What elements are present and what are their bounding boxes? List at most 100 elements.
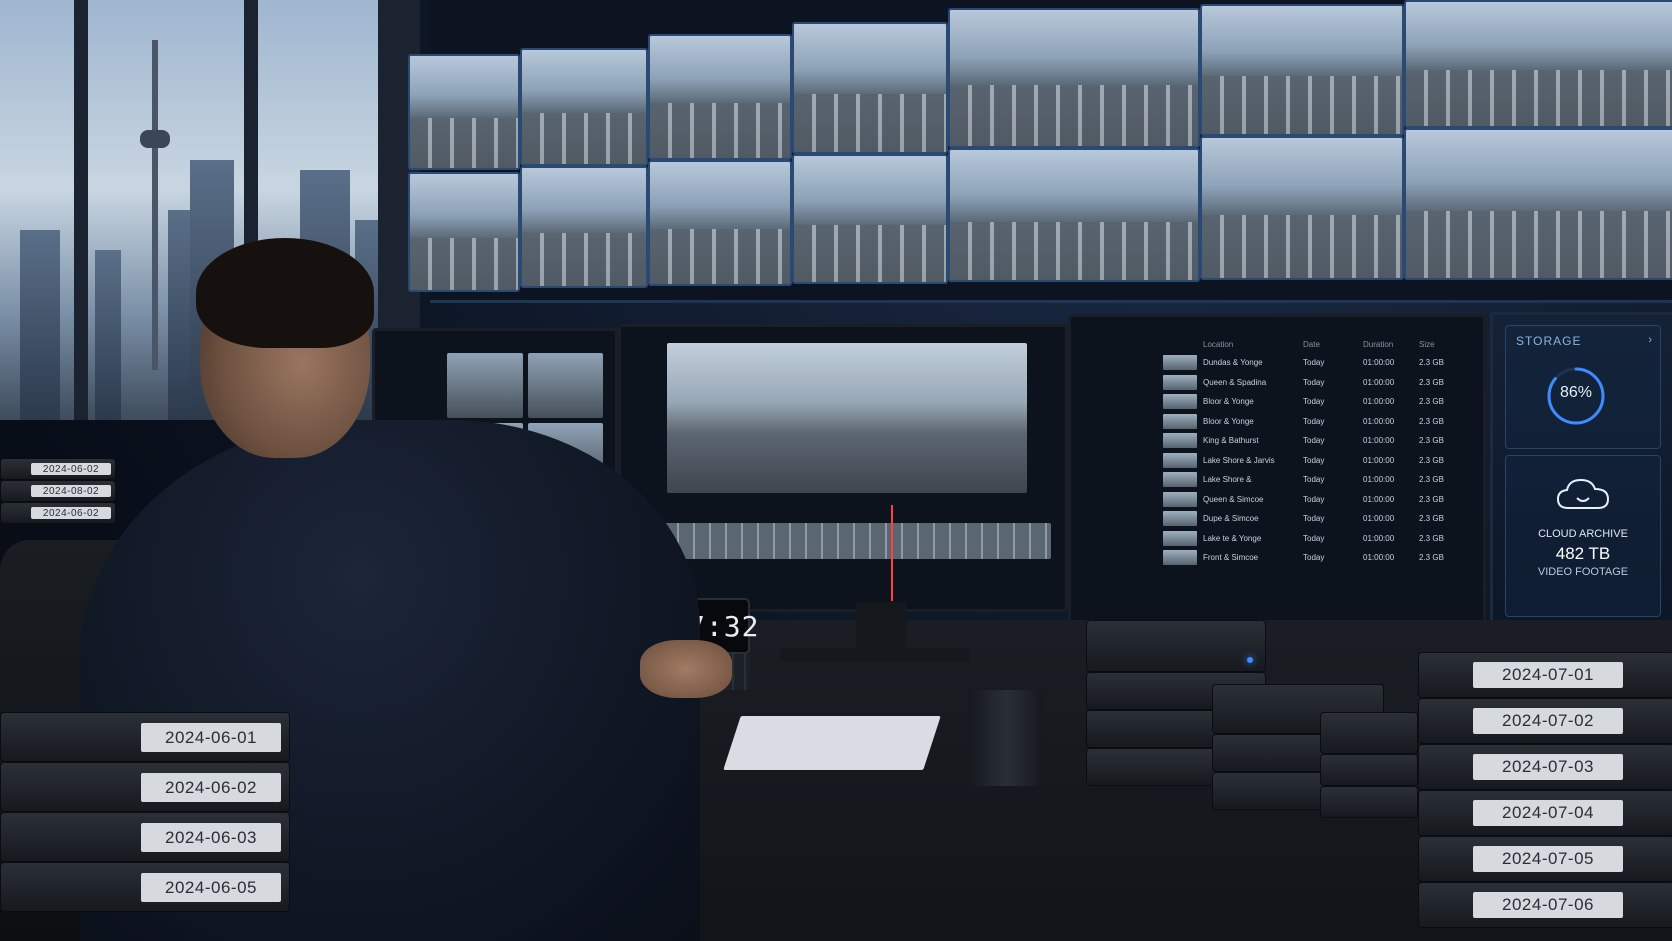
- cell-date: Today: [1303, 397, 1325, 407]
- table-row[interactable]: Dundas & Yonge Today 01:00:00 2.3 GB: [1163, 353, 1471, 373]
- cell-size: 2.3 GB: [1419, 416, 1444, 426]
- archive-tape: 2024-06-01: [0, 712, 290, 762]
- timeline-playhead[interactable]: [891, 505, 893, 601]
- skyline-building: [20, 230, 60, 420]
- storage-drive: [1320, 712, 1418, 754]
- archive-tape: 2024-07-03: [1418, 744, 1672, 790]
- camera-feed: [408, 172, 520, 292]
- archive-tape: 2024-07-06: [1418, 882, 1672, 928]
- cell-duration: 01:00:00: [1363, 553, 1395, 563]
- archive-tape: 2024-07-04: [1418, 790, 1672, 836]
- thumbnail[interactable]: [527, 353, 603, 418]
- archive-tape: 2024-06-02: [0, 502, 116, 524]
- table-row[interactable]: Queen & Simcoe Today 01:00:00 2.3 GB: [1163, 490, 1471, 510]
- table-row[interactable]: Lake te & Yonge Today 01:00:00 2.3 GB: [1163, 529, 1471, 549]
- video-thumbnail: [1163, 491, 1197, 507]
- camera-feed: [648, 160, 792, 286]
- control-room-scene: Location Date Duration Size Dundas & Yon…: [0, 0, 1672, 941]
- camera-feed: [648, 34, 792, 160]
- archive-tape: 2024-06-02: [0, 458, 116, 480]
- cell-location: Dundas & Yonge: [1203, 358, 1263, 368]
- storage-percent: 86%: [1559, 384, 1593, 401]
- cell-location: Queen & Spadina: [1203, 377, 1267, 387]
- tape-date-label: 2024-06-02: [31, 507, 111, 519]
- cell-date: Today: [1303, 377, 1325, 387]
- tape-date-label: 2024-06-02: [31, 463, 111, 475]
- storage-drive: [1320, 786, 1418, 818]
- cell-location: Queen & Simcoe: [1203, 494, 1264, 504]
- skyline-building: [168, 210, 190, 420]
- cell-date: Today: [1303, 475, 1325, 485]
- table-row[interactable]: Bloor & Yonge Today 01:00:00 2.3 GB: [1163, 392, 1471, 412]
- video-thumbnail: [1163, 413, 1197, 429]
- storage-drive: [1086, 620, 1266, 672]
- operator-hair: [196, 238, 374, 348]
- cell-duration: 01:00:00: [1363, 436, 1395, 446]
- cell-duration: 01:00:00: [1363, 455, 1395, 465]
- table-row[interactable]: Front & Simcoe Today 01:00:00 2.3 GB: [1163, 548, 1471, 568]
- cell-size: 2.3 GB: [1419, 377, 1444, 387]
- cloud-archive-card[interactable]: CLOUD ARCHIVE 482 TB VIDEO FOOTAGE: [1505, 455, 1661, 617]
- archive-size: 482 TB: [1555, 544, 1611, 563]
- cell-duration: 01:00:00: [1363, 397, 1395, 407]
- archive-tape: 2024-06-02: [0, 762, 290, 812]
- video-thumbnail: [1163, 452, 1197, 468]
- column-header[interactable]: Size: [1419, 340, 1459, 349]
- storage-card[interactable]: STORAGE › 86%: [1505, 325, 1661, 449]
- cell-date: Today: [1303, 436, 1325, 446]
- camera-feed: [1404, 128, 1672, 280]
- storage-drive: [1320, 754, 1418, 786]
- cell-location: Lake Shore & Jarvis: [1203, 455, 1275, 465]
- archive-tape: 2024-08-02: [0, 480, 116, 502]
- cell-duration: 01:00:00: [1363, 494, 1395, 504]
- tape-date-label: 2024-07-06: [1473, 892, 1623, 918]
- cell-duration: 01:00:00: [1363, 377, 1395, 387]
- camera-feed: [948, 8, 1200, 148]
- video-thumbnail: [1163, 355, 1197, 371]
- cell-size: 2.3 GB: [1419, 494, 1444, 504]
- table-row[interactable]: Lake Shore & Jarvis Today 01:00:00 2.3 GB: [1163, 451, 1471, 471]
- cell-size: 2.3 GB: [1419, 514, 1444, 524]
- file-table-header: Location Date Duration Size: [1163, 335, 1471, 353]
- tape-date-label: 2024-06-01: [141, 723, 281, 752]
- cell-location: Front & Simcoe: [1203, 553, 1259, 563]
- coffee-mug: [968, 690, 1044, 786]
- column-header[interactable]: Duration: [1363, 340, 1419, 349]
- tape-date-label: 2024-06-02: [141, 773, 281, 802]
- chevron-right-icon[interactable]: ›: [1648, 334, 1652, 346]
- tape-date-label: 2024-08-02: [31, 485, 111, 497]
- cell-size: 2.3 GB: [1419, 397, 1444, 407]
- cell-size: 2.3 GB: [1419, 358, 1444, 368]
- cell-date: Today: [1303, 358, 1325, 368]
- camera-feed: [948, 148, 1200, 282]
- camera-feed: [792, 154, 948, 284]
- table-row[interactable]: Lake Shore & Today 01:00:00 2.3 GB: [1163, 470, 1471, 490]
- operator-hand: [640, 640, 732, 698]
- window-mullion: [74, 0, 88, 420]
- video-thumbnail: [1163, 472, 1197, 488]
- table-row[interactable]: King & Bathurst Today 01:00:00 2.3 GB: [1163, 431, 1471, 451]
- table-row[interactable]: Bloor & Yonge Today 01:00:00 2.3 GB: [1163, 412, 1471, 432]
- video-wall: [408, 0, 1672, 303]
- cell-location: Lake te & Yonge: [1203, 533, 1262, 543]
- thumbnail[interactable]: [447, 353, 523, 418]
- cell-duration: 01:00:00: [1363, 416, 1395, 426]
- tape-date-label: 2024-07-02: [1473, 708, 1623, 734]
- cell-date: Today: [1303, 494, 1325, 504]
- cell-date: Today: [1303, 533, 1325, 543]
- column-header[interactable]: Date: [1303, 340, 1363, 349]
- cn-tower: [152, 40, 158, 370]
- cell-size: 2.3 GB: [1419, 533, 1444, 543]
- editing-timeline[interactable]: [631, 523, 1051, 559]
- table-row[interactable]: Queen & Spadina Today 01:00:00 2.3 GB: [1163, 373, 1471, 393]
- cloud-icon: [1556, 478, 1610, 509]
- video-player[interactable]: [667, 343, 1027, 493]
- cell-duration: 01:00:00: [1363, 358, 1395, 368]
- table-row[interactable]: Dupe & Simcoe Today 01:00:00 2.3 GB: [1163, 509, 1471, 529]
- camera-feed: [1200, 4, 1404, 136]
- camera-feed: [520, 48, 648, 166]
- camera-feed: [792, 22, 948, 154]
- monitor-stand: [856, 602, 906, 652]
- column-header[interactable]: Location: [1203, 340, 1303, 349]
- archive-tape: 2024-06-03: [0, 812, 290, 862]
